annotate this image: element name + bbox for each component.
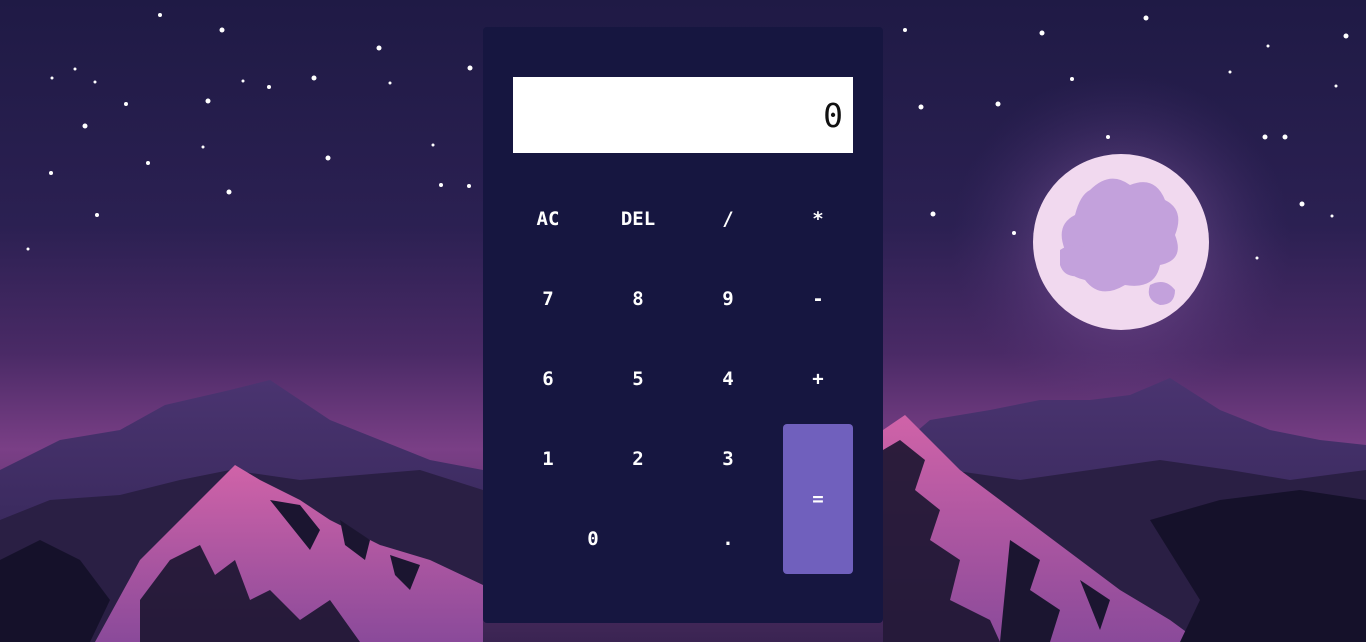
digit-3-button[interactable]: 3 (693, 424, 763, 494)
digit-2-button[interactable]: 2 (603, 424, 673, 494)
digit-0-button[interactable]: 0 (513, 504, 673, 574)
delete-button[interactable]: DEL (603, 184, 673, 254)
keypad: AC DEL / * 7 8 9 - 6 5 4 + 1 2 3 = 0 . (513, 184, 853, 584)
decimal-point-button[interactable]: . (693, 504, 763, 574)
display-value: 0 (823, 95, 843, 135)
multiply-button[interactable]: * (783, 184, 853, 254)
digit-5-button[interactable]: 5 (603, 344, 673, 414)
all-clear-button[interactable]: AC (513, 184, 583, 254)
calculator-display: 0 (513, 77, 853, 153)
digit-6-button[interactable]: 6 (513, 344, 583, 414)
digit-8-button[interactable]: 8 (603, 264, 673, 334)
subtract-button[interactable]: - (783, 264, 853, 334)
moon (1033, 154, 1209, 330)
equals-button[interactable]: = (783, 424, 853, 574)
digit-1-button[interactable]: 1 (513, 424, 583, 494)
digit-7-button[interactable]: 7 (513, 264, 583, 334)
divide-button[interactable]: / (693, 184, 763, 254)
digit-9-button[interactable]: 9 (693, 264, 763, 334)
add-button[interactable]: + (783, 344, 853, 414)
background-scene: 0 AC DEL / * 7 8 9 - 6 5 4 + 1 2 3 = 0 . (0, 0, 1366, 642)
digit-4-button[interactable]: 4 (693, 344, 763, 414)
calculator: 0 AC DEL / * 7 8 9 - 6 5 4 + 1 2 3 = 0 . (483, 27, 883, 623)
